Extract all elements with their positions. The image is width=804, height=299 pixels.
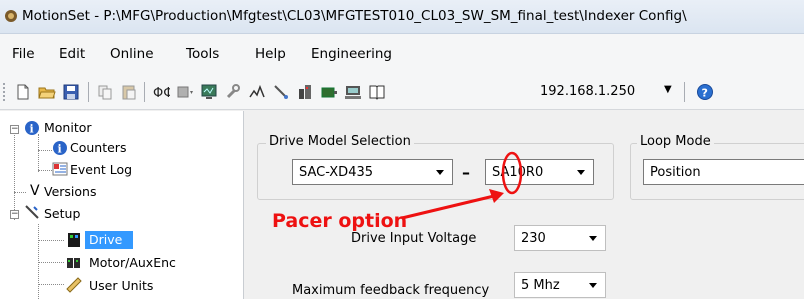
probe-icon[interactable] (272, 83, 290, 101)
monitor-icon[interactable] (200, 83, 218, 101)
drive-icon (68, 233, 80, 247)
title-bar: MotionSet - P:\MFG\Production\Mfgtest\CL… (0, 0, 804, 34)
toolbar-separator (684, 82, 685, 102)
menu-online[interactable]: Online (110, 46, 154, 62)
new-file-icon[interactable] (14, 83, 32, 101)
app-icon (5, 10, 17, 22)
chevron-down-icon (589, 236, 597, 241)
svg-text:i: i (30, 123, 34, 136)
drive-model-group-title: Drive Model Selection (266, 134, 414, 149)
io-icon[interactable] (296, 83, 314, 101)
connect-icon[interactable]: ΦΦ (152, 83, 170, 101)
tree-item-drive[interactable]: Drive (89, 232, 122, 247)
paste-icon[interactable] (120, 83, 138, 101)
tree-connector (38, 262, 64, 263)
menu-help[interactable]: Help (255, 46, 286, 62)
help-icon[interactable]: ? (696, 83, 714, 101)
tree-connector (38, 240, 64, 241)
tree-item-counters[interactable]: Counters (70, 140, 126, 155)
toolbar-separator (144, 82, 145, 102)
loop-mode-group-title: Loop Mode (637, 134, 714, 149)
scope-icon[interactable] (248, 83, 266, 101)
input-voltage-value: 230 (521, 231, 546, 246)
menu-edit[interactable]: Edit (59, 46, 85, 62)
tree-item-event-log[interactable]: Event Log (70, 162, 132, 177)
info-icon: i (25, 121, 39, 136)
loop-mode-value: Position (650, 165, 701, 180)
versions-icon: V (30, 183, 40, 199)
svg-text:ΦΦ: ΦΦ (153, 86, 170, 101)
ip-dropdown-arrow-icon[interactable]: ▼ (664, 84, 672, 95)
chevron-down-icon (589, 283, 597, 288)
pacer-option-annotation: Pacer option (272, 210, 408, 232)
tools-icon[interactable] (224, 83, 242, 101)
tree-item-motor-auxenc[interactable]: Motor/AuxEnc (89, 255, 176, 270)
event-log-icon (52, 162, 68, 176)
open-folder-icon[interactable] (38, 83, 56, 101)
monitor-expander[interactable]: − (10, 125, 19, 134)
tree-item-versions[interactable]: Versions (44, 184, 96, 199)
svg-text:i: i (58, 143, 62, 156)
chevron-down-icon (436, 170, 444, 175)
copy-icon[interactable] (96, 83, 114, 101)
input-voltage-combo[interactable]: 230 (514, 225, 606, 251)
menu-bar: File Edit Online Tools Help Engineering (0, 34, 804, 72)
tree-connector (38, 134, 39, 172)
feedback-frequency-value: 5 Mhz (521, 278, 560, 293)
loop-mode-combo[interactable]: Position (643, 159, 804, 185)
toolbar-grip[interactable] (2, 82, 6, 102)
network-icon[interactable] (344, 83, 362, 101)
motor-icon[interactable] (320, 83, 338, 101)
model-separator: – (462, 163, 470, 182)
drive-model-combo[interactable]: SAC-XD435 (292, 159, 453, 185)
book-icon[interactable] (368, 83, 386, 101)
pacer-option-value: SA10R0 (492, 165, 544, 180)
toolbar-separator (88, 82, 89, 102)
motor-icon (67, 258, 80, 268)
ip-address-combo[interactable]: 192.168.1.250 (540, 84, 635, 99)
toolbar: ΦΦ 192.168.1.250 ▼ ? (0, 72, 804, 110)
window-title: MotionSet - P:\MFG\Production\Mfgtest\CL… (22, 8, 687, 24)
drive-icon[interactable] (176, 83, 194, 101)
setup-expander[interactable]: − (10, 210, 19, 219)
drive-model-value: SAC-XD435 (299, 165, 374, 180)
feedback-frequency-label: Maximum feedback frequency (292, 283, 490, 298)
tree-connector (38, 284, 64, 285)
chevron-down-icon (577, 170, 585, 175)
menu-engineering[interactable]: Engineering (311, 46, 392, 62)
svg-text:?: ? (702, 87, 708, 100)
feedback-frequency-combo[interactable]: 5 Mhz (514, 272, 606, 298)
tree-connector (14, 132, 15, 220)
tree-connector (38, 150, 52, 151)
tree-item-setup[interactable]: Setup (44, 206, 80, 221)
input-voltage-label: Drive Input Voltage (351, 231, 477, 246)
menu-tools[interactable]: Tools (186, 46, 219, 62)
setup-icon (25, 205, 39, 219)
info-icon: i (53, 141, 67, 156)
tree-connector (14, 192, 26, 193)
tree-item-user-units[interactable]: User Units (89, 278, 153, 293)
ruler-icon (66, 277, 82, 293)
tree-item-monitor[interactable]: Monitor (44, 120, 92, 135)
tree-connector (38, 170, 52, 171)
pacer-option-combo[interactable]: SA10R0 (485, 159, 594, 185)
menu-file[interactable]: File (12, 46, 35, 62)
save-icon[interactable] (62, 83, 80, 101)
